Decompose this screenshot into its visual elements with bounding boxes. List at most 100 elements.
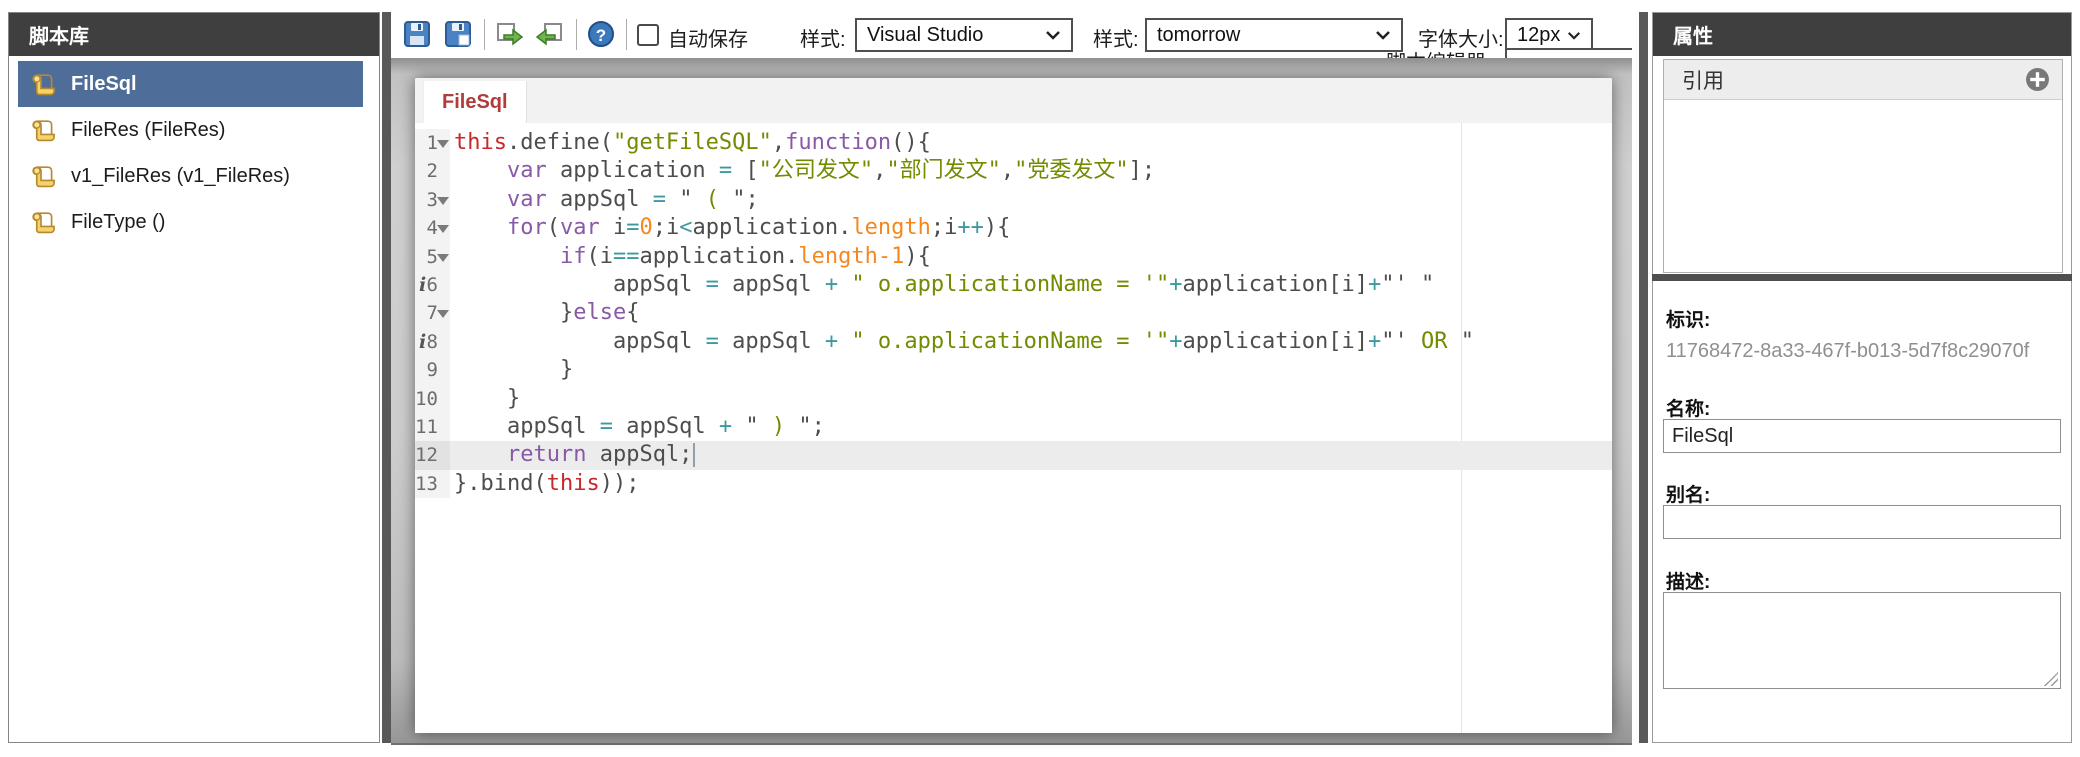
code-lines: 1this.define("getFileSQL",function(){2 v… xyxy=(415,129,1612,498)
save-as-button[interactable] xyxy=(443,19,473,49)
gutter-cell[interactable]: 11 xyxy=(415,413,450,441)
text-cursor xyxy=(693,443,695,467)
font-size-select[interactable]: 12px xyxy=(1505,18,1593,52)
font-size-value: 12px xyxy=(1517,24,1560,47)
code-line-6[interactable]: i6 appSql = appSql + " o.applicationName… xyxy=(415,271,1612,299)
code-line-9[interactable]: 9 } xyxy=(415,356,1612,384)
export-arrow-icon xyxy=(494,19,524,49)
script-item-label: v1_FileRes (v1_FileRes) xyxy=(71,165,290,188)
fold-arrow-icon[interactable] xyxy=(437,140,449,148)
fold-arrow-icon[interactable] xyxy=(437,225,449,233)
code-line-2[interactable]: 2 var application = ["公司发文","部门发文","党委发文… xyxy=(415,157,1612,185)
code-editor[interactable]: 1this.define("getFileSQL",function(){2 v… xyxy=(415,123,1612,733)
editor-row2-label: 脚本编辑器 xyxy=(1386,46,1486,58)
code-line-text: var application = ["公司发文","部门发文","党委发文"]… xyxy=(450,157,1612,185)
autosave-checkbox[interactable] xyxy=(637,24,659,46)
script-library-title: 脚本库 xyxy=(29,20,89,49)
help-icon: ? xyxy=(586,19,616,49)
save-button[interactable] xyxy=(402,19,432,49)
floppy-save-as-icon xyxy=(443,19,473,49)
fold-arrow-icon[interactable] xyxy=(437,254,449,262)
editor-tab-label: FileSql xyxy=(442,91,508,114)
desc-label: 描述: xyxy=(1666,567,1710,594)
script-library-panel: 脚本库 FileSql FileRes (FileRes) v1_FileRes (… xyxy=(8,12,380,743)
editor-row2-input[interactable] xyxy=(1505,48,1632,58)
resize-handle-icon[interactable] xyxy=(2044,672,2058,686)
code-line-5[interactable]: 5 if(i==application.length-1){ xyxy=(415,243,1612,271)
floppy-save-icon xyxy=(402,19,432,49)
left-splitter[interactable] xyxy=(382,12,391,743)
chevron-down-icon xyxy=(1045,30,1061,40)
gutter-cell[interactable]: i6 xyxy=(415,271,450,299)
code-line-text: } xyxy=(450,356,1612,384)
script-scroll-icon xyxy=(30,163,57,190)
script-list-item-1[interactable]: FileRes (FileRes) xyxy=(18,107,363,153)
toolbar: ? 自动保存 样式: Visual Studio 样式: tomorrow 字体… xyxy=(391,12,1632,58)
properties-divider[interactable] xyxy=(1652,274,2072,281)
code-line-text: }else{ xyxy=(450,299,1612,327)
fold-arrow-icon[interactable] xyxy=(437,197,449,205)
gutter-cell[interactable]: 4 xyxy=(415,214,450,242)
code-line-3[interactable]: 3 var appSql = " ( "; xyxy=(415,186,1612,214)
import-button[interactable] xyxy=(535,19,565,49)
style1-select[interactable]: Visual Studio xyxy=(855,18,1073,52)
script-list: FileSql FileRes (FileRes) v1_FileRes (v1_F… xyxy=(9,56,379,245)
name-field[interactable] xyxy=(1663,419,2061,453)
import-arrow-icon xyxy=(535,19,565,49)
style2-value: tomorrow xyxy=(1157,24,1240,47)
id-label: 标识: xyxy=(1666,305,1710,332)
code-line-text: }.bind(this)); xyxy=(450,470,1612,498)
gutter-cell[interactable]: 1 xyxy=(415,129,450,157)
gutter-cell[interactable]: 5 xyxy=(415,243,450,271)
code-line-8[interactable]: i8 appSql = appSql + " o.applicationName… xyxy=(415,328,1612,356)
editor-tabbar: FileSql xyxy=(415,78,1612,123)
style2-label: 样式: xyxy=(1093,23,1139,52)
name-label: 名称: xyxy=(1666,394,1710,421)
fold-arrow-icon[interactable] xyxy=(437,310,449,318)
reference-title: 引用 xyxy=(1682,65,1724,95)
gutter-cell[interactable]: 9 xyxy=(415,356,450,384)
gutter-cell[interactable]: 7 xyxy=(415,299,450,327)
script-item-label: FileType () xyxy=(71,211,165,234)
code-line-text: } xyxy=(450,385,1612,413)
alias-label: 别名: xyxy=(1666,480,1710,507)
code-line-text: appSql = appSql + " o.applicationName = … xyxy=(450,328,1612,356)
code-line-4[interactable]: 4 for(var i=0;i<application.length;i++){ xyxy=(415,214,1612,242)
script-list-item-2[interactable]: v1_FileRes (v1_FileRes) xyxy=(18,153,363,199)
script-item-label: FileSql xyxy=(71,73,137,96)
properties-panel: 属性 引用 标识: 11768472-8a33-467f-b013-5d7f8c… xyxy=(1652,12,2072,743)
export-button[interactable] xyxy=(494,19,524,49)
code-line-12[interactable]: 12 return appSql; xyxy=(415,441,1612,469)
desc-field[interactable] xyxy=(1663,592,2061,689)
gutter-cell[interactable]: 3 xyxy=(415,186,450,214)
right-splitter[interactable] xyxy=(1639,12,1648,743)
gutter-cell[interactable]: 2 xyxy=(415,157,450,185)
code-line-text: return appSql; xyxy=(450,441,1612,469)
script-list-item-0[interactable]: FileSql xyxy=(18,61,363,107)
code-line-text: var appSql = " ( "; xyxy=(450,186,1612,214)
style2-select[interactable]: tomorrow xyxy=(1145,18,1403,52)
code-line-text: for(var i=0;i<application.length;i++){ xyxy=(450,214,1612,242)
info-icon: i xyxy=(419,271,426,299)
script-item-label: FileRes (FileRes) xyxy=(71,119,225,142)
editor-tab-filesql[interactable]: FileSql xyxy=(423,81,527,123)
chevron-down-icon xyxy=(1567,31,1581,40)
style1-value: Visual Studio xyxy=(867,24,983,47)
add-reference-button[interactable] xyxy=(2025,67,2050,92)
autosave-label: 自动保存 xyxy=(668,23,748,52)
gutter-cell[interactable]: 12 xyxy=(415,441,450,469)
app-window: 脚本库 FileSql FileRes (FileRes) v1_FileRes (… xyxy=(0,0,2080,757)
gutter-cell[interactable]: i8 xyxy=(415,328,450,356)
gutter-cell[interactable]: 10 xyxy=(415,385,450,413)
help-button[interactable]: ? xyxy=(586,19,616,49)
code-line-1[interactable]: 1this.define("getFileSQL",function(){ xyxy=(415,129,1612,157)
code-line-7[interactable]: 7 }else{ xyxy=(415,299,1612,327)
code-line-11[interactable]: 11 appSql = appSql + " ) "; xyxy=(415,413,1612,441)
script-scroll-icon xyxy=(30,117,57,144)
alias-field[interactable] xyxy=(1663,505,2061,539)
chevron-down-icon xyxy=(1375,30,1391,40)
gutter-cell[interactable]: 13 xyxy=(415,470,450,498)
script-list-item-3[interactable]: FileType () xyxy=(18,199,363,245)
code-line-10[interactable]: 10 } xyxy=(415,385,1612,413)
code-line-13[interactable]: 13}.bind(this)); xyxy=(415,470,1612,498)
